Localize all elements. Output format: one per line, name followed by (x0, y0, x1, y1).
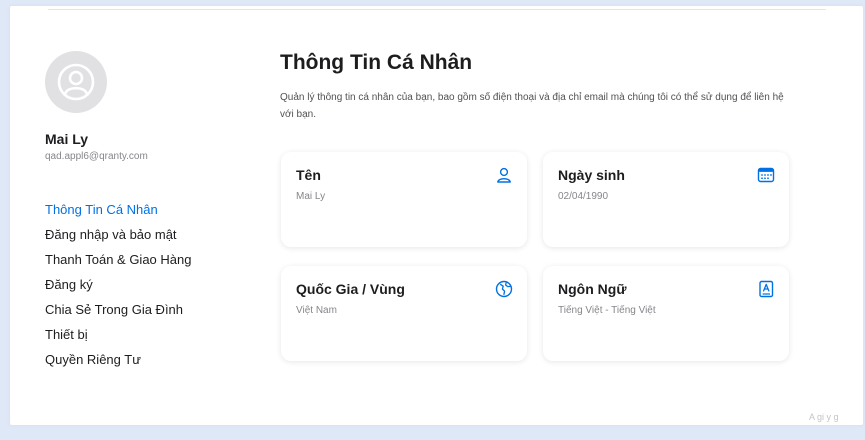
sidebar-item-subscriptions[interactable]: Đăng ký (45, 272, 191, 297)
card-title: Ngày sinh (558, 167, 625, 183)
card-name[interactable]: Tên Mai Ly (281, 152, 527, 247)
calendar-icon (757, 167, 775, 183)
sidebar-item-privacy[interactable]: Quyền Riêng Tư (45, 347, 191, 372)
user-email: qad.appl6@qranty.com (45, 151, 148, 162)
card-title: Quốc Gia / Vùng (296, 281, 405, 297)
corner-text: A gi y g (809, 412, 839, 422)
card-language[interactable]: Ngôn Ngữ Tiếng Việt - Tiếng Việt (543, 266, 789, 361)
card-value: Tiếng Việt - Tiếng Việt (558, 305, 656, 316)
person-icon (497, 167, 511, 183)
sidebar-item-personal-info[interactable]: Thông Tin Cá Nhân (45, 197, 191, 222)
card-value: Mai Ly (296, 191, 326, 202)
card-birthday[interactable]: Ngày sinh 02/04/1990 (543, 152, 789, 247)
user-avatar-icon (57, 63, 95, 101)
card-value: 02/04/1990 (558, 191, 609, 202)
page-description: Quản lý thông tin cá nhân của bạn, bao g… (280, 92, 784, 120)
sidebar-item-devices[interactable]: Thiết bị (45, 322, 191, 347)
card-title: Ngôn Ngữ (558, 281, 627, 297)
avatar[interactable] (45, 51, 107, 113)
language-book-icon (759, 280, 774, 298)
card-title: Tên (296, 167, 321, 183)
user-name: Mai Ly (45, 131, 89, 147)
top-divider (48, 9, 826, 10)
globe-icon (495, 280, 513, 298)
sidebar-item-sign-in-security[interactable]: Đăng nhập và bảo mật (45, 222, 191, 247)
page: Mai Ly qad.appl6@qranty.com Thông Tin Cá… (0, 0, 865, 440)
sidebar-item-payment-shipping[interactable]: Thanh Toán & Giao Hàng (45, 247, 191, 272)
sidebar-nav: Thông Tin Cá Nhân Đăng nhập và bảo mật T… (45, 197, 191, 372)
card-value: Việt Nam (296, 305, 337, 316)
card-country-region[interactable]: Quốc Gia / Vùng Việt Nam (281, 266, 527, 361)
page-title: Thông Tin Cá Nhân (280, 51, 473, 74)
sidebar-item-family-sharing[interactable]: Chia Sẻ Trong Gia Đình (45, 297, 191, 322)
